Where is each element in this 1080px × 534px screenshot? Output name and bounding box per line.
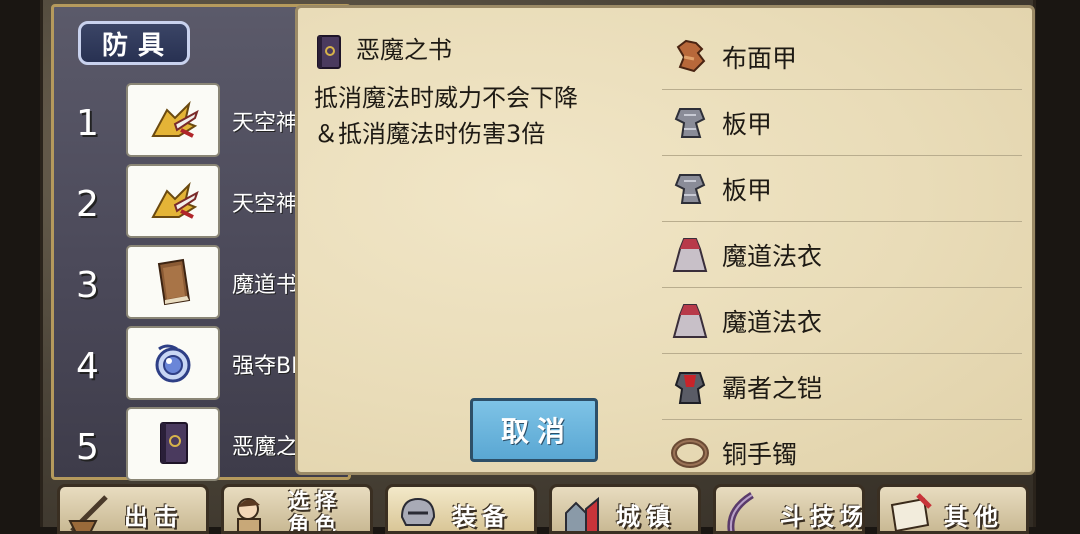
list-item-label: 布面甲: [722, 44, 798, 73]
game-screen: 防具 1 天空神 2 天空神 3 魔道书 4 强夺BI 5 恶魔之 恶魔之书 抵…: [40, 0, 1036, 534]
cloth-armor-icon: [676, 39, 706, 73]
list-item-label: 铜手镯: [722, 440, 798, 469]
magic-robe-icon: [672, 238, 708, 272]
arena-blade-icon: [727, 492, 754, 531]
slot-number: 5: [76, 427, 99, 468]
item-description-line-1: 抵消魔法时威力不会下降: [314, 84, 578, 112]
bronze-bracelet-icon: [671, 438, 709, 468]
slot-item-name: 强夺BI: [232, 354, 298, 379]
item-description-line-2: ＆抵消魔法时伤害3倍: [314, 120, 546, 148]
list-item[interactable]: 布面甲: [662, 24, 1022, 90]
list-item-label: 板甲: [722, 110, 773, 139]
equipment-list: 布面甲 板甲 板甲 魔道法衣 魔道法衣 霸者之铠 铜手镯: [662, 24, 1022, 486]
slot-item-name: 恶魔之: [232, 435, 299, 460]
overlord-armor-icon: [674, 372, 706, 404]
list-item-label: 魔道法衣: [722, 242, 823, 271]
golden-winged-boots-icon: [151, 100, 199, 138]
slot-number: 3: [76, 265, 99, 306]
sword-ship-icon: [68, 495, 108, 531]
slot-item-box[interactable]: [126, 83, 220, 157]
nav-label: 选择角色: [288, 489, 342, 534]
demon-book-icon: [160, 422, 188, 464]
list-item[interactable]: 铜手镯: [662, 420, 1022, 486]
cancel-button[interactable]: 取消: [470, 398, 598, 462]
list-item[interactable]: 霸者之铠: [662, 354, 1022, 420]
demon-book-icon: [314, 34, 344, 76]
equipment-helmet-icon: [400, 497, 436, 526]
slot-item-box[interactable]: [126, 245, 220, 319]
magic-robe-icon: [672, 304, 708, 338]
list-item-label: 魔道法衣: [722, 308, 823, 337]
slot-item-box[interactable]: [126, 164, 220, 238]
item-title: 恶魔之书: [356, 36, 452, 64]
list-item[interactable]: 魔道法衣: [662, 288, 1022, 354]
plate-armor-icon: [674, 174, 706, 204]
blue-amulet-icon: [155, 344, 191, 383]
other-scroll-icon: [890, 493, 932, 531]
plate-armor-icon: [674, 108, 706, 138]
list-item[interactable]: 板甲: [662, 90, 1022, 156]
slot-item-name: 天空神: [232, 111, 299, 136]
list-item[interactable]: 板甲: [662, 156, 1022, 222]
list-item-label: 板甲: [722, 176, 773, 205]
brown-book-icon: [157, 258, 191, 306]
slot-item-box[interactable]: [126, 407, 220, 481]
slot-item-name: 天空神: [232, 192, 299, 217]
list-item-label: 霸者之铠: [722, 374, 823, 403]
bottom-nav: 出击 选择角色 装备 城镇 斗技场 其他: [53, 484, 1033, 534]
character-select-icon: [237, 498, 261, 531]
golden-winged-boots-icon: [151, 181, 199, 219]
slot-number: 4: [76, 346, 99, 387]
town-icon: [565, 496, 599, 531]
slot-number: 2: [76, 184, 99, 225]
item-detail-popup: 恶魔之书 抵消魔法时威力不会下降 ＆抵消魔法时伤害3倍 取消 布面甲 板甲 板甲…: [295, 5, 1035, 475]
slot-item-name: 魔道书: [232, 273, 299, 298]
slot-item-box[interactable]: [126, 326, 220, 400]
section-tab-armor[interactable]: 防具: [78, 21, 190, 65]
list-item[interactable]: 魔道法衣: [662, 222, 1022, 288]
slot-number: 1: [76, 103, 99, 144]
